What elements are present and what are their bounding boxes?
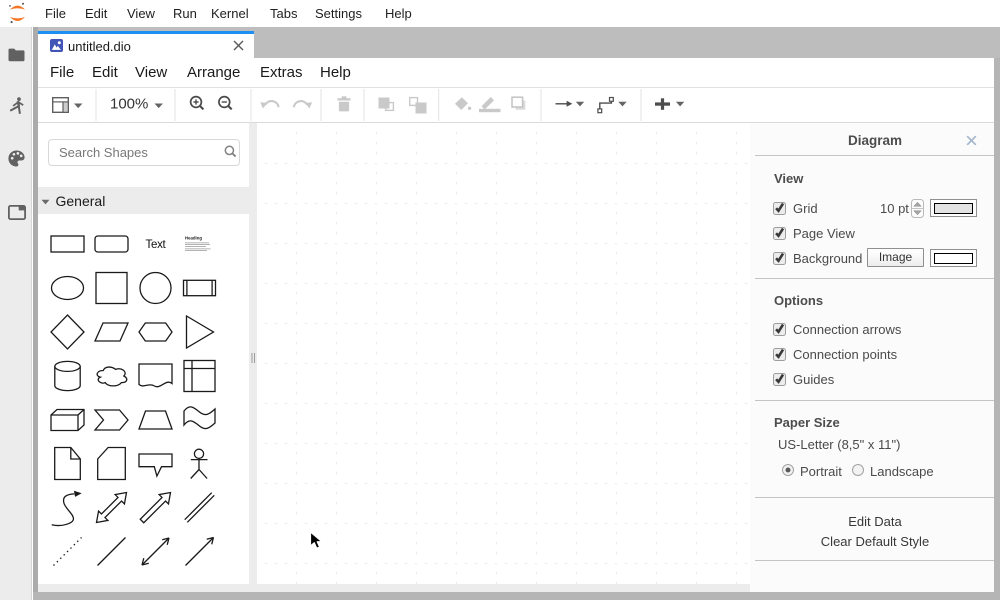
svg-text:Heading: Heading	[185, 235, 202, 240]
svg-text:100%: 100%	[110, 96, 148, 113]
svg-text:Text: Text	[146, 239, 167, 251]
